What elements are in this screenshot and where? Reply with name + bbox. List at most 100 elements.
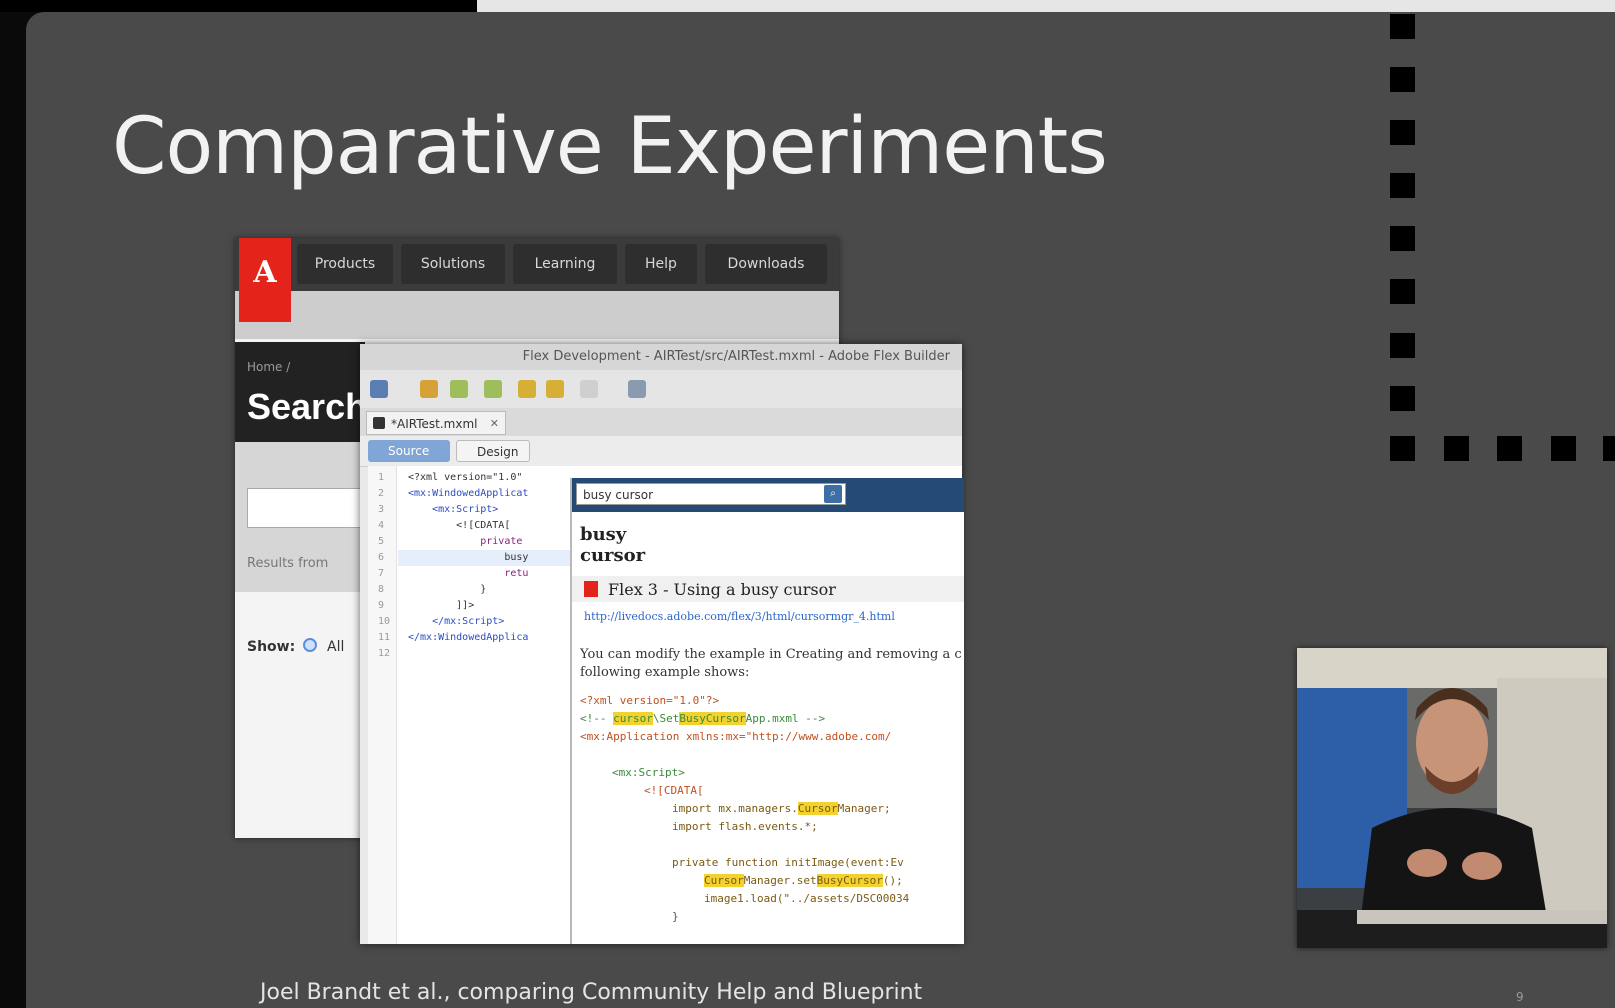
file-tab[interactable]: *AIRTest.mxml ✕ xyxy=(366,411,506,435)
design-mode-button[interactable]: Design xyxy=(456,440,530,462)
navigate-back-icon[interactable] xyxy=(518,380,536,398)
search-heading: Search xyxy=(247,386,368,427)
code-line: <?xml version="1.0" xyxy=(408,472,523,483)
code-highlight: cursor xyxy=(613,712,653,725)
code-xml-decl: <?xml version="1.0"?> xyxy=(580,694,720,707)
all-radio[interactable] xyxy=(303,638,317,652)
code-line: } xyxy=(408,584,487,595)
code-function: private function initImage(event:Ev xyxy=(672,856,904,869)
result-desc-line: following example shows: xyxy=(580,665,750,680)
build-tool-icon[interactable] xyxy=(420,380,438,398)
line-number: 5 xyxy=(378,536,385,547)
adobe-nav-bar: Products Solutions Learning Help Downloa… xyxy=(235,238,839,291)
code-import: import flash.events.*; xyxy=(672,820,818,833)
line-number: 2 xyxy=(378,488,385,499)
code-highlight: BusyCursor xyxy=(816,874,883,887)
code-line: ]]> xyxy=(408,600,475,611)
code-token: App.mxml --> xyxy=(745,712,826,725)
debug-tool-icon[interactable] xyxy=(484,380,502,398)
dot xyxy=(1390,226,1415,251)
adobe-result-icon xyxy=(584,581,598,597)
query-line-1: busy xyxy=(580,524,627,545)
line-number: 4 xyxy=(378,520,385,531)
speaker-photo xyxy=(1297,648,1607,948)
search-tool-icon[interactable] xyxy=(370,380,388,398)
code-token: import mx.managers. xyxy=(672,802,798,815)
nav-products[interactable]: Products xyxy=(297,244,393,284)
adobe-logo[interactable]: A xyxy=(239,238,291,322)
code-token: (); xyxy=(882,874,903,887)
nav-help[interactable]: Help xyxy=(625,244,697,284)
line-number: 7 xyxy=(378,568,385,579)
navigate-forward-icon[interactable] xyxy=(546,380,564,398)
code-line: <mx:Script> xyxy=(408,504,499,515)
code-line: busy xyxy=(408,552,529,563)
code-import: import mx.managers.CursorManager; xyxy=(672,802,891,815)
dot xyxy=(1603,436,1615,461)
search-icon[interactable]: ⌕ xyxy=(824,485,842,503)
nav-solutions[interactable]: Solutions xyxy=(401,244,505,284)
code-line: <![CDATA[ xyxy=(408,520,511,531)
perspective-icon[interactable] xyxy=(628,380,646,398)
line-number: 12 xyxy=(378,648,391,659)
result-title[interactable]: Flex 3 - Using a busy cursor xyxy=(608,580,836,599)
code-highlight: Cursor xyxy=(704,874,744,887)
code-token: Manager.set xyxy=(743,874,817,887)
code-line: </mx:Script> xyxy=(408,616,505,627)
editor-tab-bar: *AIRTest.mxml ✕ xyxy=(360,408,962,436)
results-from-label: Results from xyxy=(247,556,329,571)
mxml-file-icon xyxy=(373,417,385,429)
adobe-subnav-strip xyxy=(235,291,839,339)
code-comment: <!-- cursor\SetBusyCursorApp.mxml --> xyxy=(580,712,825,725)
code-app-tag: <mx:Application xmlns:mx="http://www.ado… xyxy=(580,730,892,743)
close-icon[interactable]: ✕ xyxy=(490,412,499,436)
top-light-bar xyxy=(477,0,1615,12)
query-heading: busy cursor xyxy=(580,524,680,566)
dot xyxy=(1551,436,1576,461)
code-set-cursor: CursorManager.setBusyCursor(); xyxy=(704,874,903,887)
result-url[interactable]: http://livedocs.adobe.com/flex/3/html/cu… xyxy=(584,610,895,623)
code-line: private xyxy=(408,536,523,547)
code-line: retu xyxy=(408,568,529,579)
dot xyxy=(1497,436,1522,461)
dot xyxy=(1390,14,1415,39)
history-icon[interactable] xyxy=(580,380,598,398)
blueprint-popup: busy cursor ⌕ busy cursor Flex 3 - Using… xyxy=(570,478,964,944)
code-token: \Set xyxy=(652,712,680,725)
slide-caption: Joel Brandt et al., comparing Community … xyxy=(260,980,923,1005)
blueprint-search-input[interactable]: busy cursor xyxy=(576,483,846,505)
line-number: 10 xyxy=(378,616,391,627)
file-tab-label: *AIRTest.mxml xyxy=(391,417,478,431)
code-close: } xyxy=(672,910,679,923)
code-load: image1.load("../assets/DSC00034 xyxy=(704,892,910,905)
dot xyxy=(1390,386,1415,411)
dot xyxy=(1390,436,1415,461)
dot xyxy=(1390,120,1415,145)
all-label: All xyxy=(327,639,345,655)
source-mode-button[interactable]: Source xyxy=(368,440,450,462)
breadcrumb[interactable]: Home / xyxy=(247,360,290,374)
dot xyxy=(1444,436,1469,461)
code-script-tag: <mx:Script> xyxy=(612,766,685,779)
nav-downloads[interactable]: Downloads xyxy=(705,244,827,284)
line-number: 3 xyxy=(378,504,385,515)
dot xyxy=(1390,279,1415,304)
mode-bar: Source Design xyxy=(360,436,962,467)
code-highlight: Cursor xyxy=(797,802,838,815)
toolbar xyxy=(360,370,962,409)
line-number: 8 xyxy=(378,584,385,595)
query-line-2: cursor xyxy=(580,545,646,566)
line-number: 1 xyxy=(378,472,385,483)
slide-page-number: 9 xyxy=(1516,990,1524,1004)
search-input[interactable] xyxy=(247,488,367,528)
nav-learning[interactable]: Learning xyxy=(513,244,617,284)
dot xyxy=(1390,67,1415,92)
slide-title: Comparative Experiments xyxy=(112,102,1108,192)
line-number: 11 xyxy=(378,632,391,643)
result-description: You can modify the example in Creating a… xyxy=(580,646,962,682)
code-cdata: <![CDATA[ xyxy=(644,784,704,797)
run-tool-icon[interactable] xyxy=(450,380,468,398)
dot xyxy=(1390,333,1415,358)
speaker-webcam-video xyxy=(1297,648,1607,948)
result-desc-line: You can modify the example in Creating a… xyxy=(580,647,962,662)
